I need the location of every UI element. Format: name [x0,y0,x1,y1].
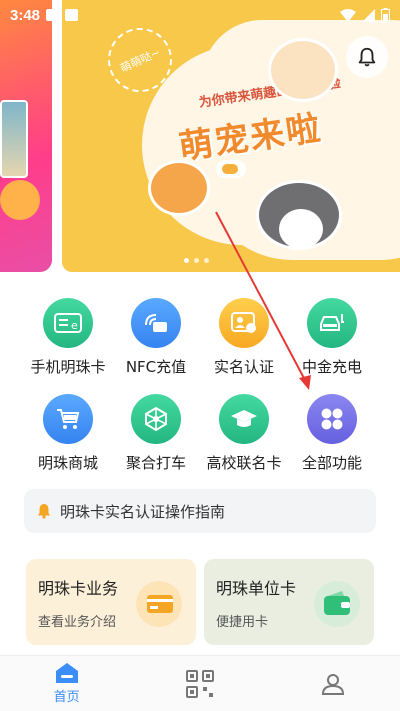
banner-carousel[interactable]: 萌萌哒~ 为你带来萌趣出行新体验 萌宠来啦 [0,0,400,272]
wallet-icon [314,581,360,627]
grid-item-label: 实名认证 [213,358,274,376]
nav-item-qr-code[interactable] [133,656,266,711]
card-e-icon: e [43,298,93,348]
husky-sticker-image [256,180,342,250]
bell-icon [38,504,50,519]
grid-item-label: 手机明珠卡 [30,358,106,376]
carousel-dot [194,258,199,263]
grid-item-mall[interactable]: 明珠商城 [24,394,112,490]
card-pearl-card-business[interactable]: 明珠卡业务 查看业务介绍 [26,559,196,645]
function-grid: e 手机明珠卡 NFC充值 实名认证 中金充电 明珠商城 聚合打车 高校联名卡 … [0,298,400,490]
nfc-wallet-icon [131,298,181,348]
carousel-dot [184,258,189,263]
function-grid-row: e 手机明珠卡 NFC充值 实名认证 中金充电 [0,298,400,394]
app-notification-icon [65,9,79,21]
home-icon [55,663,78,683]
qr-code-icon [185,669,214,698]
nav-item-home[interactable]: 首页 [0,656,133,711]
banner-prev-decoration [0,180,40,220]
signal-icon [362,8,375,22]
bottom-nav: 首页 [0,655,400,711]
battery-icon [381,7,390,23]
notice-text: 明珠卡实名认证操作指南 [60,502,226,521]
notification-button[interactable] [346,36,388,78]
card-unit-card[interactable]: 明珠单位卡 便捷用卡 [204,559,374,645]
notice-bar[interactable]: 明珠卡实名认证操作指南 [24,489,376,533]
grid-item-all-functions[interactable]: 全部功能 [288,394,376,490]
grid-item-real-name[interactable]: 实名认证 [200,298,288,394]
status-bar: 3:48 [0,0,400,30]
grid-item-label: 明珠商城 [37,454,98,472]
grid-item-ev-charging[interactable]: 中金充电 [288,298,376,394]
status-time: 3:48 [10,6,41,24]
nav-item-profile[interactable] [267,656,400,711]
id-card-icon [219,298,269,348]
status-system-icons [340,7,390,23]
graduation-cap-icon [219,394,269,444]
function-grid-row: 明珠商城 聚合打车 高校联名卡 全部功能 [0,394,400,490]
grid-item-label: 聚合打车 [125,454,186,472]
wifi-icon [340,8,356,22]
grid-item-label: 高校联名卡 [206,454,282,472]
grid-item-label: 全部功能 [301,454,362,472]
svg-text:e: e [71,319,78,332]
status-notification-icons [46,9,79,21]
four-circles-icon [307,394,357,444]
nav-item-label: 首页 [53,690,80,705]
grid-item-label: 中金充电 [301,358,362,376]
car-charging-icon [307,298,357,348]
carousel-dot [204,258,209,263]
card-wallet-icon [136,581,182,627]
banner-prev-photo [0,100,28,178]
grid-item-ride-hailing[interactable]: 聚合打车 [112,394,200,490]
bell-icon [358,47,376,67]
grid-item-campus-card[interactable]: 高校联名卡 [200,394,288,490]
grid-item-nfc-topup[interactable]: NFC充值 [112,298,200,394]
network-icon [131,394,181,444]
orange-cat-sticker-image [148,160,210,216]
grid-item-label: NFC充值 [125,358,187,376]
cat-sticker-image [268,38,338,102]
grid-item-mobile-card[interactable]: e 手机明珠卡 [24,298,112,394]
profile-icon [322,673,345,695]
carousel-indicator [184,258,209,263]
image-notification-icon [46,9,60,21]
banner-prev-slide[interactable] [0,0,52,272]
cart-icon [43,394,93,444]
fish-sticker-image [216,160,246,178]
